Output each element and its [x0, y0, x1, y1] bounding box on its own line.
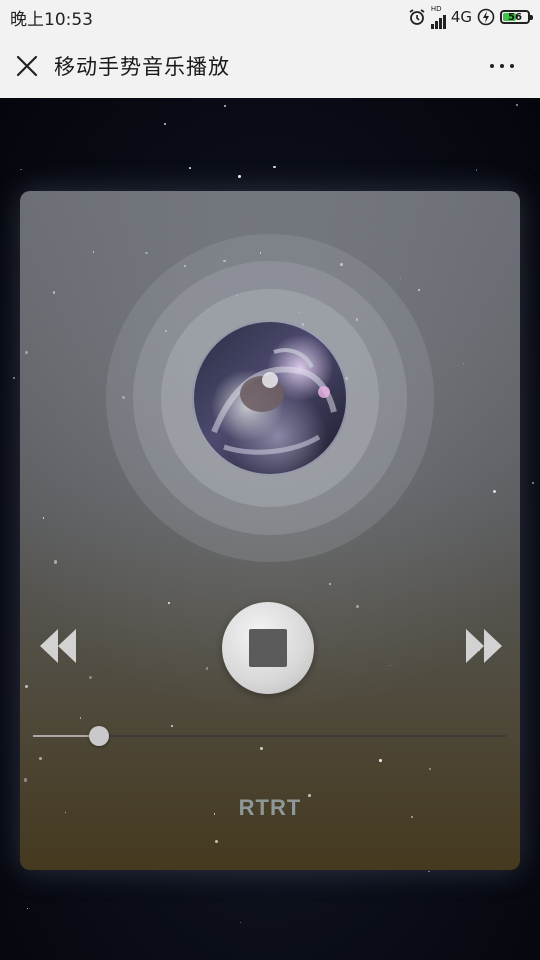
battery-level: 56 [508, 11, 522, 23]
status-icons: HD 4G 56 [408, 4, 533, 29]
star [417, 288, 421, 291]
status-bar: 晚上10:53 HD 4G 56 [0, 0, 540, 34]
star [52, 291, 56, 294]
close-button[interactable] [0, 34, 54, 98]
star [20, 168, 22, 170]
star [205, 667, 209, 670]
star [475, 169, 477, 171]
star [239, 921, 242, 924]
album-art[interactable] [192, 320, 348, 476]
star [23, 778, 28, 782]
star [189, 166, 191, 169]
network-type: 4G [450, 8, 472, 26]
charging-icon [477, 8, 495, 26]
star [428, 870, 430, 872]
more-icon [490, 64, 494, 68]
star [53, 560, 58, 564]
star [92, 251, 95, 253]
status-time: 晚上10:53 [10, 9, 93, 30]
star [379, 758, 383, 762]
star [516, 104, 519, 106]
star [273, 165, 276, 168]
star [24, 351, 28, 354]
star [399, 277, 401, 280]
stop-button[interactable] [222, 602, 314, 694]
more-button[interactable] [482, 54, 522, 78]
player-background: RTRT [0, 98, 540, 960]
player-card: RTRT [20, 191, 520, 870]
star [238, 175, 241, 178]
rewind-button[interactable] [34, 624, 82, 668]
star [223, 105, 227, 108]
star [24, 684, 28, 689]
star [27, 907, 29, 909]
star [79, 717, 82, 719]
close-icon [16, 55, 38, 77]
song-title: RTRT [238, 795, 302, 820]
fast-forward-icon [466, 629, 502, 663]
battery-icon: 56 [500, 10, 533, 24]
alarm-icon [409, 9, 425, 25]
stop-icon [249, 629, 287, 667]
rewind-icon [40, 629, 76, 663]
album-art-image [211, 348, 337, 455]
star [532, 482, 534, 484]
star [13, 376, 16, 380]
fast-forward-button[interactable] [460, 624, 508, 668]
signal-icon [430, 13, 446, 29]
title-bar: 移动手势音乐播放 [0, 34, 540, 98]
star [164, 123, 166, 125]
hd-badge: HD [430, 4, 442, 13]
page-title: 移动手势音乐播放 [54, 55, 230, 79]
